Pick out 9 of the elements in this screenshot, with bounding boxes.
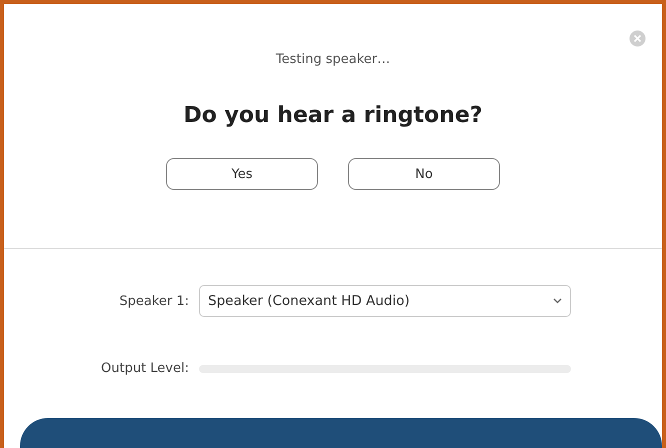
speaker-dropdown[interactable]: Speaker (Conexant HD Audio)	[199, 285, 571, 317]
answer-button[interactable]: Yes	[166, 158, 318, 190]
chevron-down-icon	[553, 298, 562, 304]
close-icon[interactable]	[629, 30, 646, 47]
answer-button[interactable]: No	[348, 158, 500, 190]
question-heading: Do you hear a ringtone?	[183, 103, 483, 128]
status-text: Testing speaker…	[276, 52, 390, 67]
output-level-label: Output Level:	[101, 361, 189, 376]
speaker-label: Speaker 1:	[119, 294, 189, 308]
